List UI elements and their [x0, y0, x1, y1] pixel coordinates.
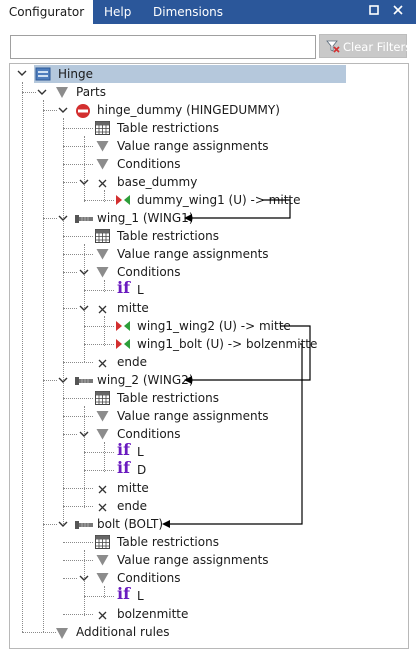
link-arrows: [162, 199, 311, 528]
